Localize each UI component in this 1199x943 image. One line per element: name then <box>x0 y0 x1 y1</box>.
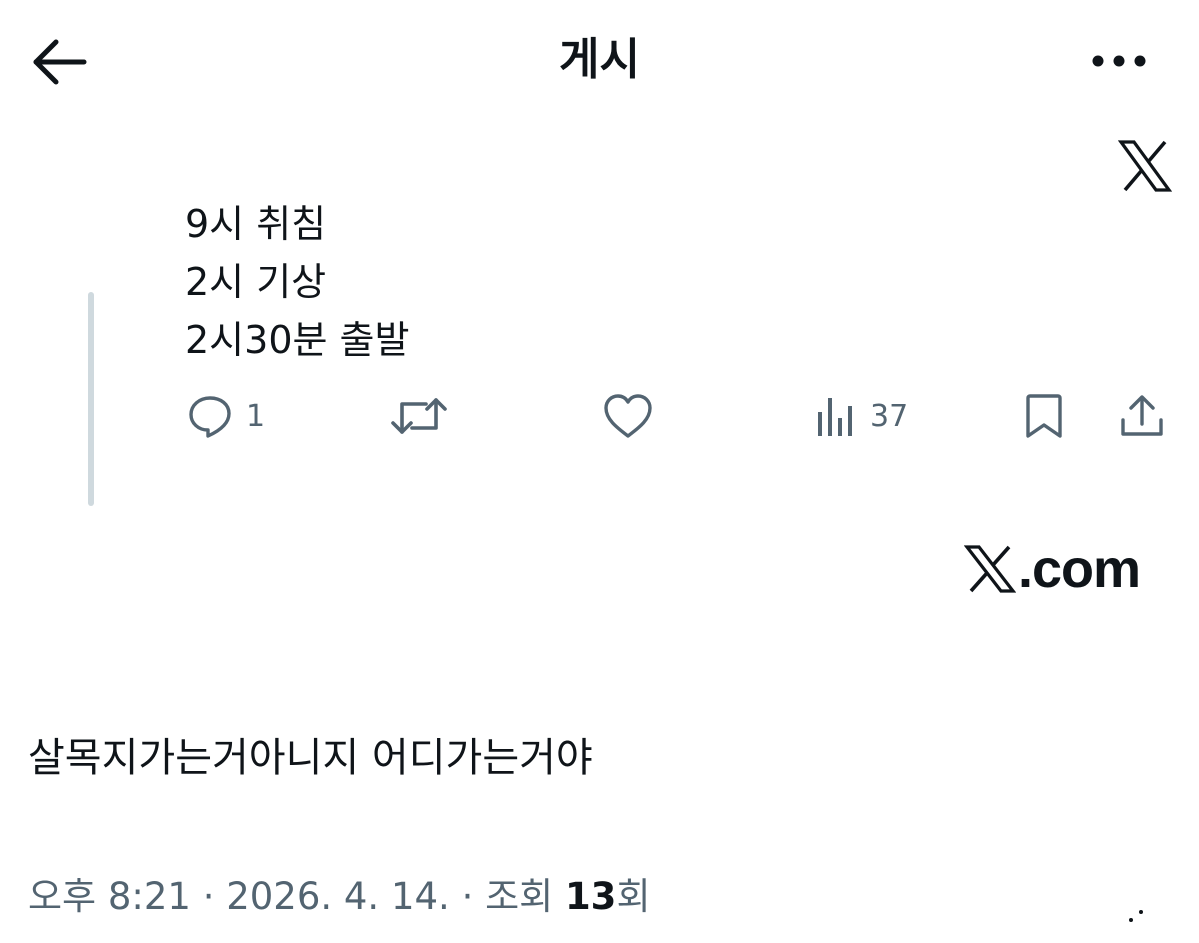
repost-icon <box>391 398 447 434</box>
bookmark-button[interactable] <box>1022 390 1066 442</box>
post-timestamp: 오후 8:21 · 2026. 4. 14. · 조회 <box>28 875 565 918</box>
bookmark-icon <box>1026 394 1062 438</box>
post-views-count: 13 <box>564 875 617 918</box>
more-horizontal-icon <box>1092 55 1146 67</box>
views-count: 37 <box>870 398 909 434</box>
post-views-suffix: 회 <box>616 875 651 918</box>
reply-button[interactable]: 1 <box>186 390 265 442</box>
reply-count: 1 <box>246 398 266 434</box>
x-logo-icon <box>964 545 1016 593</box>
quoted-post-line-3: 2시30분 출발 <box>185 318 410 362</box>
post-text: 살목지가는거아니지 어디가는거야 <box>28 735 593 781</box>
x-com-watermark: .com <box>964 538 1141 600</box>
post-meta: 오후 8:21 · 2026. 4. 14. · 조회 13회 <box>28 872 650 922</box>
thread-line <box>88 292 94 506</box>
share-button[interactable] <box>1118 390 1166 442</box>
like-button[interactable] <box>602 390 654 442</box>
quoted-post-line-2: 2시 기상 <box>185 260 327 304</box>
quoted-post-line-1: 9시 취침 <box>185 202 327 246</box>
x-com-domain-text: .com <box>1018 539 1141 599</box>
dots-icon <box>1126 906 1146 926</box>
heart-icon <box>604 394 652 438</box>
repost-button[interactable] <box>390 390 448 442</box>
page-title: 게시 <box>559 34 640 85</box>
reply-icon <box>189 396 231 438</box>
more-options-button[interactable] <box>1086 46 1152 76</box>
bar-chart-icon <box>818 398 852 436</box>
views-button[interactable]: 37 <box>814 390 908 442</box>
share-icon <box>1121 395 1163 436</box>
x-logo-icon <box>1117 140 1173 192</box>
